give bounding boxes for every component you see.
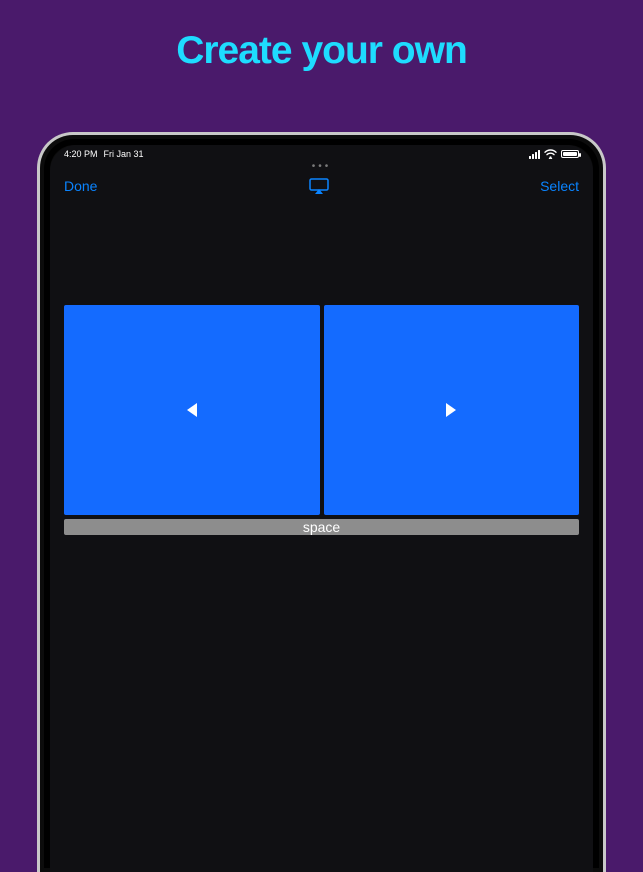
wifi-icon [544, 149, 557, 159]
canvas: space [64, 305, 579, 535]
next-button[interactable] [324, 305, 580, 515]
prev-button[interactable] [64, 305, 320, 515]
status-date: Fri Jan 31 [104, 149, 144, 159]
nav-bar: Done Select [50, 171, 593, 201]
device-screen: 4:20 PM Fri Jan 31 ••• Done [50, 145, 593, 872]
triangle-right-icon [446, 403, 456, 417]
airplay-icon[interactable] [309, 178, 329, 194]
multitask-dots-icon: ••• [50, 163, 593, 171]
hero-title: Create your own [176, 29, 467, 72]
space-label: space [303, 519, 340, 535]
device-frame: 4:20 PM Fri Jan 31 ••• Done [37, 132, 606, 872]
canvas-top-row [64, 305, 579, 515]
battery-icon [561, 150, 579, 158]
space-button[interactable]: space [64, 519, 579, 535]
select-button[interactable]: Select [540, 178, 579, 194]
triangle-left-icon [187, 403, 197, 417]
page-hero: Create your own [0, 0, 643, 73]
cell-signal-icon [529, 150, 540, 159]
device-side-button [604, 153, 606, 191]
status-time: 4:20 PM [64, 149, 98, 159]
done-button[interactable]: Done [64, 178, 97, 194]
